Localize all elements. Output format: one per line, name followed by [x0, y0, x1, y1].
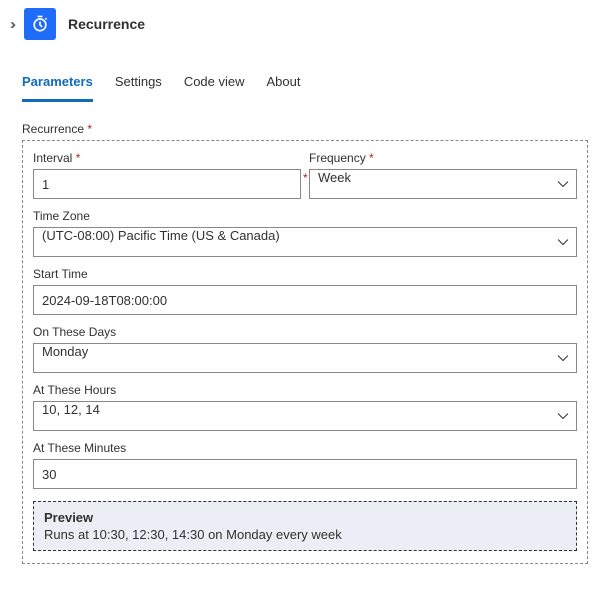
frequency-label: Frequency *: [309, 151, 577, 165]
frequency-select[interactable]: Week: [309, 169, 577, 199]
timezone-label: Time Zone: [33, 209, 577, 223]
minutes-label: At These Minutes: [33, 441, 577, 455]
recurrence-group: Interval * Frequency * * Week Time Zone: [22, 140, 588, 564]
preview-box: Preview Runs at 10:30, 12:30, 14:30 on M…: [33, 501, 577, 551]
tab-parameters[interactable]: Parameters: [22, 70, 93, 102]
tab-code-view[interactable]: Code view: [184, 70, 245, 102]
interval-input[interactable]: [33, 169, 301, 199]
hours-select[interactable]: 10, 12, 14: [33, 401, 577, 431]
hours-label: At These Hours: [33, 383, 577, 397]
starttime-input[interactable]: [33, 285, 577, 315]
frequency-required-marker: *: [303, 171, 308, 185]
preview-text: Runs at 10:30, 12:30, 14:30 on Monday ev…: [44, 527, 566, 542]
days-select[interactable]: Monday: [33, 343, 577, 373]
card-title: Recurrence: [68, 16, 145, 32]
recurrence-icon: [24, 8, 56, 40]
tab-bar: Parameters Settings Code view About: [0, 70, 610, 102]
minutes-input[interactable]: [33, 459, 577, 489]
interval-label: Interval *: [33, 151, 301, 165]
days-label: On These Days: [33, 325, 577, 339]
expand-chevrons-icon[interactable]: ››: [10, 16, 12, 33]
preview-title: Preview: [44, 510, 566, 525]
tab-about[interactable]: About: [267, 70, 301, 102]
timezone-select[interactable]: (UTC-08:00) Pacific Time (US & Canada): [33, 227, 577, 257]
card-header: ›› Recurrence: [0, 0, 610, 48]
group-label: Recurrence *: [22, 122, 610, 136]
tab-settings[interactable]: Settings: [115, 70, 162, 102]
starttime-label: Start Time: [33, 267, 577, 281]
